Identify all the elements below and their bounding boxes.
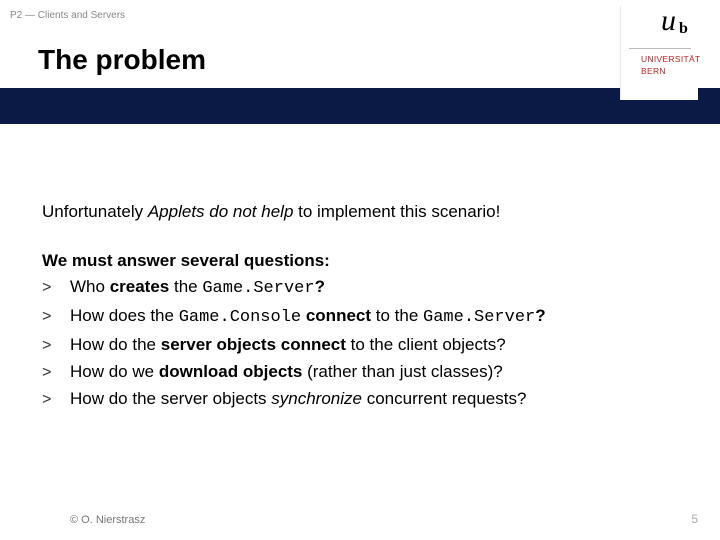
slide: P2 — Clients and Servers The problem u b…: [0, 0, 720, 540]
lead-sentence: Unfortunately Applets do not help to imp…: [42, 200, 672, 225]
list-item: > How do the server objects connect to t…: [42, 333, 672, 358]
list-item-text: How do the server objects connect to the…: [70, 333, 506, 358]
lead-pre: Unfortunately: [42, 202, 148, 221]
list-item: > How do we download objects (rather tha…: [42, 360, 672, 385]
lead-emphasis: Applets do not help: [148, 202, 294, 221]
list-item-text: How do the server objects synchronize co…: [70, 387, 526, 412]
list-item-text: Who creates the Game.Server?: [70, 275, 325, 302]
list-item: > How do the server objects synchronize …: [42, 387, 672, 412]
questions-list: > Who creates the Game.Server? > How doe…: [42, 275, 672, 412]
title-wrap: The problem: [38, 44, 206, 76]
page-title: The problem: [38, 44, 206, 76]
questions-heading: We must answer several questions:: [42, 249, 672, 274]
chevron-icon: >: [42, 306, 52, 329]
logo-university-label: UNIVERSITÄT: [641, 54, 701, 64]
chevron-icon: >: [42, 389, 52, 412]
logo-letter-b: b: [679, 20, 688, 38]
logo-bern-label: BERN: [641, 66, 666, 76]
accent-band: [0, 88, 720, 124]
list-item-text: How do we download objects (rather than …: [70, 360, 503, 385]
list-item: > Who creates the Game.Server?: [42, 275, 672, 302]
footer-copyright: © O. Nierstrasz: [70, 514, 145, 526]
page-number: 5: [691, 512, 698, 526]
body-content: Unfortunately Applets do not help to imp…: [42, 200, 672, 414]
logo-letter-u: u: [661, 4, 676, 38]
list-item: > How does the Game.Console connect to t…: [42, 304, 672, 331]
chevron-icon: >: [42, 335, 52, 358]
logo-divider: [629, 48, 691, 49]
breadcrumb: P2 — Clients and Servers: [10, 10, 125, 21]
chevron-icon: >: [42, 362, 52, 385]
lead-post: to implement this scenario!: [293, 202, 500, 221]
chevron-icon: >: [42, 277, 52, 300]
university-logo: u b UNIVERSITÄT BERN: [620, 6, 698, 100]
list-item-text: How does the Game.Console connect to the…: [70, 304, 546, 331]
